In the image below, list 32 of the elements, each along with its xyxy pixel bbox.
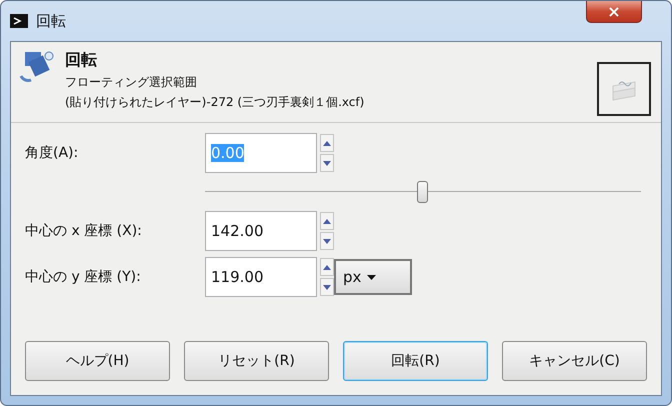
decrement-button[interactable] <box>320 154 334 172</box>
field-label: 中心の y 座標 (Y): <box>25 268 142 286</box>
down-arrow-icon <box>323 160 331 166</box>
dialog-button[interactable]: キャンセル(C) <box>502 341 647 381</box>
field-label: 角度(A): <box>25 144 80 162</box>
unit-dropdown[interactable]: px <box>334 259 412 295</box>
window-title: 回転 <box>36 12 66 30</box>
increment-button[interactable] <box>320 258 334 276</box>
increment-button[interactable] <box>320 212 334 230</box>
slider-thumb[interactable] <box>417 181 428 203</box>
up-arrow-icon <box>323 218 331 224</box>
up-arrow-icon <box>323 264 331 270</box>
down-arrow-icon <box>323 284 331 290</box>
caret-icon <box>367 274 376 280</box>
layer-type: フローティング選択範囲 <box>65 74 198 91</box>
increment-button[interactable] <box>320 134 334 152</box>
angle-slider[interactable] <box>205 179 641 205</box>
dialog-button[interactable]: ヘルプ(H) <box>25 341 170 381</box>
app-icon <box>10 14 28 28</box>
down-arrow-icon <box>323 238 331 244</box>
up-arrow-icon <box>323 140 331 146</box>
decrement-button[interactable] <box>320 232 334 250</box>
number-field[interactable]: 142.00 <box>205 211 317 251</box>
layer-name: (貼り付けられたレイヤー)-272 (三つ刃手裏剣１個.xcf) <box>65 94 366 111</box>
dialog-heading: 回転 <box>65 50 98 71</box>
number-field[interactable]: 119.00 <box>205 257 317 297</box>
decrement-button[interactable] <box>320 278 334 296</box>
dialog-button[interactable]: リセット(R) <box>184 341 329 381</box>
rotate-icon <box>19 50 55 84</box>
dialog-button[interactable]: 回転(R) <box>343 341 488 381</box>
field-label: 中心の x 座標 (X): <box>25 222 143 240</box>
close-button[interactable]: × <box>586 1 642 23</box>
